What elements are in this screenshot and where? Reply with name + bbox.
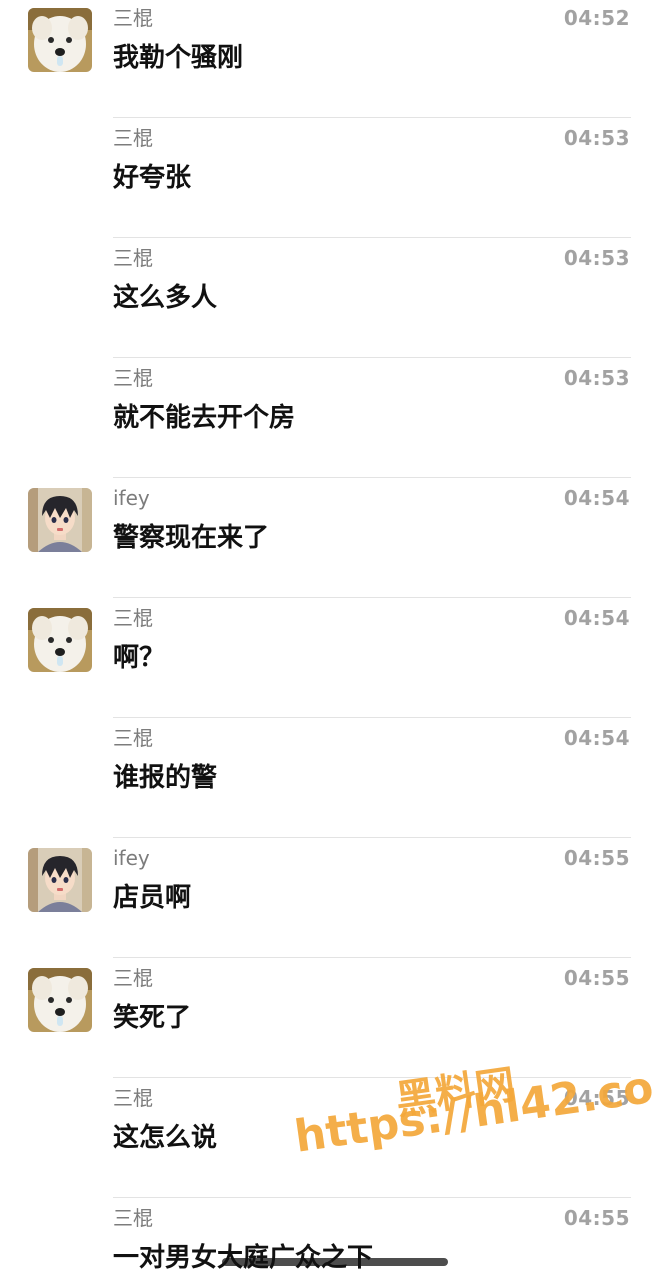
message-item[interactable]: 三棍 04:54 啊？ bbox=[0, 598, 660, 718]
dog-avatar[interactable] bbox=[28, 8, 92, 72]
sender-name: 三棍 bbox=[113, 6, 153, 30]
message-item[interactable]: 三棍 04:53 好夸张 bbox=[0, 118, 660, 238]
message-time: 04:53 bbox=[563, 126, 630, 150]
message-text: 店员啊 bbox=[113, 883, 192, 913]
message-text: 好夸张 bbox=[113, 163, 192, 193]
sender-name: ifey bbox=[113, 846, 150, 870]
sender-name: 三棍 bbox=[113, 1086, 153, 1110]
message-item[interactable]: 三棍 04:55 笑死了 bbox=[0, 958, 660, 1078]
sender-name: 三棍 bbox=[113, 126, 153, 150]
chat-history-screen: 三棍 04:52 我勒个骚刚 三棍 04:53 好夸张 三棍 04:53 这么多… bbox=[0, 0, 660, 1280]
message-time: 04:54 bbox=[563, 606, 630, 630]
message-item[interactable]: 三棍 04:55 这怎么说 bbox=[0, 1078, 660, 1198]
sender-name: 三棍 bbox=[113, 966, 153, 990]
message-time: 04:52 bbox=[563, 6, 630, 30]
message-time: 04:55 bbox=[563, 966, 630, 990]
message-item[interactable]: 三棍 04:53 就不能去开个房 bbox=[0, 358, 660, 478]
message-text: 警察现在来了 bbox=[113, 523, 270, 553]
sender-name: 三棍 bbox=[113, 1206, 153, 1230]
message-text: 就不能去开个房 bbox=[113, 403, 296, 433]
dog-avatar[interactable] bbox=[28, 608, 92, 672]
message-text: 这么多人 bbox=[113, 283, 218, 313]
message-item[interactable]: 三棍 04:53 这么多人 bbox=[0, 238, 660, 358]
sender-name: 三棍 bbox=[113, 246, 153, 270]
message-text: 谁报的警 bbox=[113, 763, 218, 793]
message-text: 啊？ bbox=[113, 643, 166, 673]
dog-avatar[interactable] bbox=[28, 968, 92, 1032]
home-indicator[interactable] bbox=[222, 1258, 448, 1266]
sender-name: 三棍 bbox=[113, 606, 153, 630]
message-time: 04:55 bbox=[563, 1206, 630, 1230]
anime-avatar[interactable] bbox=[28, 488, 92, 552]
sender-name: 三棍 bbox=[113, 726, 153, 750]
message-time: 04:53 bbox=[563, 246, 630, 270]
message-text: 笑死了 bbox=[113, 1003, 192, 1033]
message-text: 我勒个骚刚 bbox=[113, 43, 244, 73]
anime-avatar[interactable] bbox=[28, 848, 92, 912]
sender-name: ifey bbox=[113, 486, 150, 510]
message-item[interactable]: 三棍 04:54 谁报的警 bbox=[0, 718, 660, 838]
message-item[interactable]: ifey 04:55 店员啊 bbox=[0, 838, 660, 958]
message-item[interactable]: 三棍 04:55 一对男女大庭广众之下 bbox=[0, 1198, 660, 1280]
message-text: 这怎么说 bbox=[113, 1123, 218, 1153]
message-time: 04:53 bbox=[563, 366, 630, 390]
message-item[interactable]: 三棍 04:52 我勒个骚刚 bbox=[0, 0, 660, 118]
message-time: 04:55 bbox=[563, 1086, 630, 1110]
message-item[interactable]: ifey 04:54 警察现在来了 bbox=[0, 478, 660, 598]
message-time: 04:54 bbox=[563, 486, 630, 510]
sender-name: 三棍 bbox=[113, 366, 153, 390]
message-time: 04:55 bbox=[563, 846, 630, 870]
message-time: 04:54 bbox=[563, 726, 630, 750]
